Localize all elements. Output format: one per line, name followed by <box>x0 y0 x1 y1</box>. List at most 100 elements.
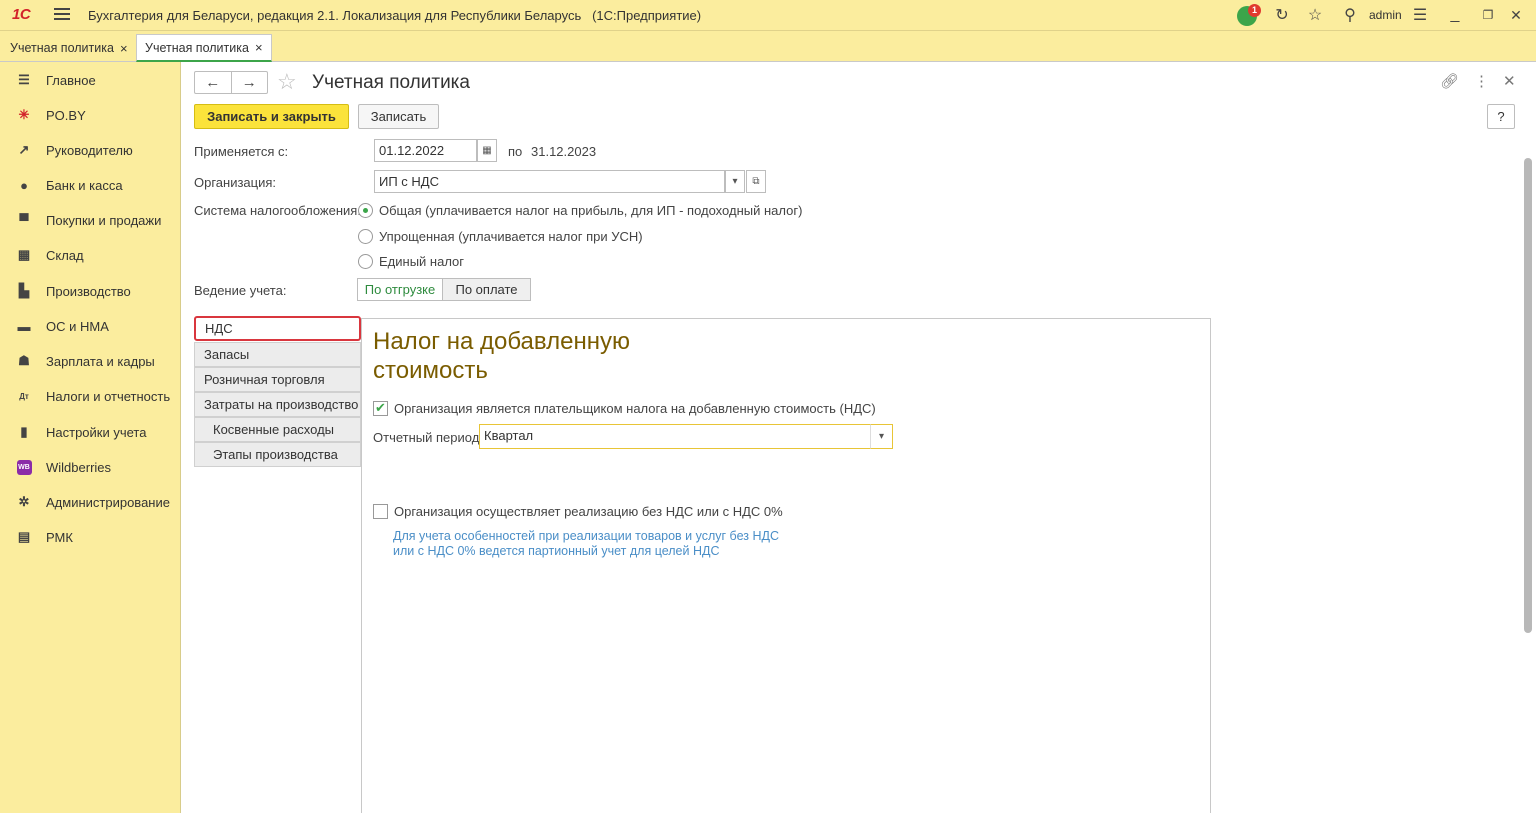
chevron-down-icon[interactable]: ▾ <box>870 424 893 449</box>
sidebar-item-main[interactable]: ☰ Главное <box>0 65 181 95</box>
section-tab-indirect-costs[interactable]: Косвенные расходы <box>194 417 361 442</box>
accounting-by-shipment-toggle[interactable]: По отгрузке <box>357 278 443 301</box>
zero-vat-hint: Для учета особенностей при реализации то… <box>393 529 779 558</box>
section-tab-production-stages[interactable]: Этапы производства <box>194 442 361 467</box>
restore-icon[interactable]: ❐ <box>1478 5 1498 25</box>
sidebar-item-label: Налоги и отчетность <box>46 388 171 404</box>
link-icon[interactable]: 🔗︎ <box>1440 72 1459 90</box>
logo-1c: 1С <box>12 6 31 23</box>
sidebar-item-fixed-assets[interactable]: ▬ ОС и НМА <box>0 311 181 341</box>
tax-single-label[interactable]: Единый налог <box>379 254 464 269</box>
tab-accounting-policy-2[interactable]: Учетная политика × <box>136 34 272 62</box>
sidebar-item-manager[interactable]: ↗ Руководителю <box>0 135 181 165</box>
search-icon[interactable]: ⚲ <box>1340 5 1360 25</box>
tab-label: Учетная политика <box>10 41 114 55</box>
title-bar: 1С Бухгалтерия для Беларуси, редакция 2.… <box>0 0 1536 31</box>
sidebar-item-bank[interactable]: ● Банк и касса <box>0 170 181 200</box>
accounting-label: Ведение учета: <box>194 283 287 298</box>
tab-label: Учетная политика <box>145 40 249 55</box>
organization-label: Организация: <box>194 175 277 190</box>
sidebar-item-label: PO.BY <box>46 107 86 123</box>
menu-icon: ☰ <box>18 72 30 87</box>
sidebar-item-label: Руководителю <box>46 142 133 158</box>
reporting-period-field[interactable]: Квартал <box>479 424 872 449</box>
sidebar-item-production[interactable]: ▙ Производство <box>0 276 181 306</box>
back-arrow-icon[interactable]: ← <box>195 72 232 93</box>
factory-icon: ▙ <box>19 283 29 298</box>
section-title: Налог на добавленную стоимость <box>373 328 630 384</box>
sidebar-item-label: Производство <box>46 283 131 299</box>
sidebar-item-poby[interactable]: ✳ PO.BY <box>0 100 181 130</box>
sidebar-item-purchases-sales[interactable]: ▀ Покупки и продажи <box>0 205 181 235</box>
forward-arrow-icon[interactable]: → <box>232 72 268 93</box>
vat-payer-label[interactable]: Организация является плательщиком налога… <box>394 401 876 416</box>
more-actions-icon[interactable]: ⋮ <box>1474 72 1489 90</box>
section-tab-vat[interactable]: НДС <box>194 316 361 341</box>
to-date-value: 31.12.2023 <box>531 144 597 159</box>
user-name[interactable]: admin <box>1369 8 1402 22</box>
accounting-by-payment-toggle[interactable]: По оплате <box>442 278 531 301</box>
sidebar-item-label: Зарплата и кадры <box>46 353 155 369</box>
truck-icon: ▬ <box>17 318 31 334</box>
section-tab-inventory[interactable]: Запасы <box>194 342 361 367</box>
close-tab-icon[interactable]: × <box>255 40 263 55</box>
taxes-icon: Дт <box>19 391 29 401</box>
tax-single-radio[interactable] <box>358 254 373 269</box>
chart-icon: ↗ <box>18 142 30 157</box>
open-icon[interactable]: ⧉ <box>746 170 766 193</box>
main-menu-icon[interactable] <box>54 8 70 22</box>
organization-field[interactable]: ИП с НДС <box>374 170 725 193</box>
sidebar-item-rmk[interactable]: ▤ РМК <box>0 522 181 552</box>
favorites-star-icon[interactable]: ☆ <box>1305 5 1325 25</box>
cart-icon: ▀ <box>19 212 29 228</box>
sidebar-item-taxes[interactable]: Дт Налоги и отчетность <box>0 381 181 411</box>
gear-icon: ✲ <box>18 494 30 509</box>
minimize-icon[interactable]: _ <box>1445 5 1465 25</box>
vat-panel: Налог на добавленную стоимость ✔ Организ… <box>361 318 1211 813</box>
notification-badge: 1 <box>1248 4 1261 17</box>
sidebar-item-label: Администрирование <box>46 494 170 510</box>
close-window-icon[interactable]: ✕ <box>1506 5 1526 25</box>
vertical-scrollbar[interactable] <box>1521 62 1536 813</box>
help-button[interactable]: ? <box>1487 104 1515 129</box>
sidebar-item-wildberries[interactable]: WB Wildberries <box>0 452 181 482</box>
vat-payer-checkbox[interactable]: ✔ <box>373 401 388 416</box>
section-tab-production-costs[interactable]: Затраты на производство <box>194 392 361 417</box>
zero-vat-checkbox[interactable] <box>373 504 388 519</box>
warehouse-icon: ▦ <box>17 247 31 262</box>
register-icon: ▤ <box>17 529 31 544</box>
form-area: ← → ☆ Учетная политика 🔗︎ ⋮ ✕ Записать и… <box>182 62 1520 813</box>
save-button[interactable]: Записать <box>358 104 439 129</box>
close-form-icon[interactable]: ✕ <box>1503 72 1516 90</box>
sidebar-item-warehouse[interactable]: ▦ Склад <box>0 240 181 270</box>
sidebar-item-label: ОС и НМА <box>46 318 109 334</box>
settings-menu-icon[interactable]: ☰ <box>1410 5 1430 25</box>
zero-vat-label[interactable]: Организация осуществляет реализацию без … <box>394 504 783 519</box>
tax-simplified-radio[interactable] <box>358 229 373 244</box>
navigation-buttons: ← → <box>194 71 268 94</box>
sidebar-item-administration[interactable]: ✲ Администрирование <box>0 487 181 517</box>
page-title: Учетная политика <box>312 72 470 93</box>
sidebar-item-label: Wildberries <box>46 459 112 475</box>
notifications-bell-icon[interactable]: 1 <box>1237 4 1261 26</box>
tax-general-label[interactable]: Общая (уплачивается налог на прибыль, дл… <box>379 203 802 218</box>
sidebar-item-settings[interactable]: ▮ Настройки учета <box>0 417 181 447</box>
calendar-icon[interactable]: ▦ <box>477 139 497 162</box>
tax-simplified-label[interactable]: Упрощенная (уплачивается налог при УСН) <box>379 229 643 244</box>
sidebar-item-label: Банк и касса <box>46 177 123 193</box>
tax-general-radio[interactable] <box>358 203 373 218</box>
tax-system-label: Система налогообложения: <box>194 203 361 218</box>
sidebar-item-label: Склад <box>46 247 84 263</box>
close-tab-icon[interactable]: × <box>120 41 128 56</box>
chevron-down-icon[interactable]: ▾ <box>725 170 745 193</box>
tab-accounting-policy-1[interactable]: Учетная политика × <box>2 34 136 62</box>
sidebar-item-salary[interactable]: ☗ Зарплата и кадры <box>0 346 181 376</box>
sidebar-item-label: РМК <box>46 529 73 545</box>
to-label: по <box>508 144 523 159</box>
applies-from-date-field[interactable]: 01.12.2022 <box>374 139 477 162</box>
favorite-star-icon[interactable]: ☆ <box>277 69 297 95</box>
history-icon[interactable]: ↻ <box>1272 5 1292 25</box>
poby-icon: ✳ <box>18 107 30 122</box>
section-tab-retail[interactable]: Розничная торговля <box>194 367 361 392</box>
save-and-close-button[interactable]: Записать и закрыть <box>194 104 349 129</box>
